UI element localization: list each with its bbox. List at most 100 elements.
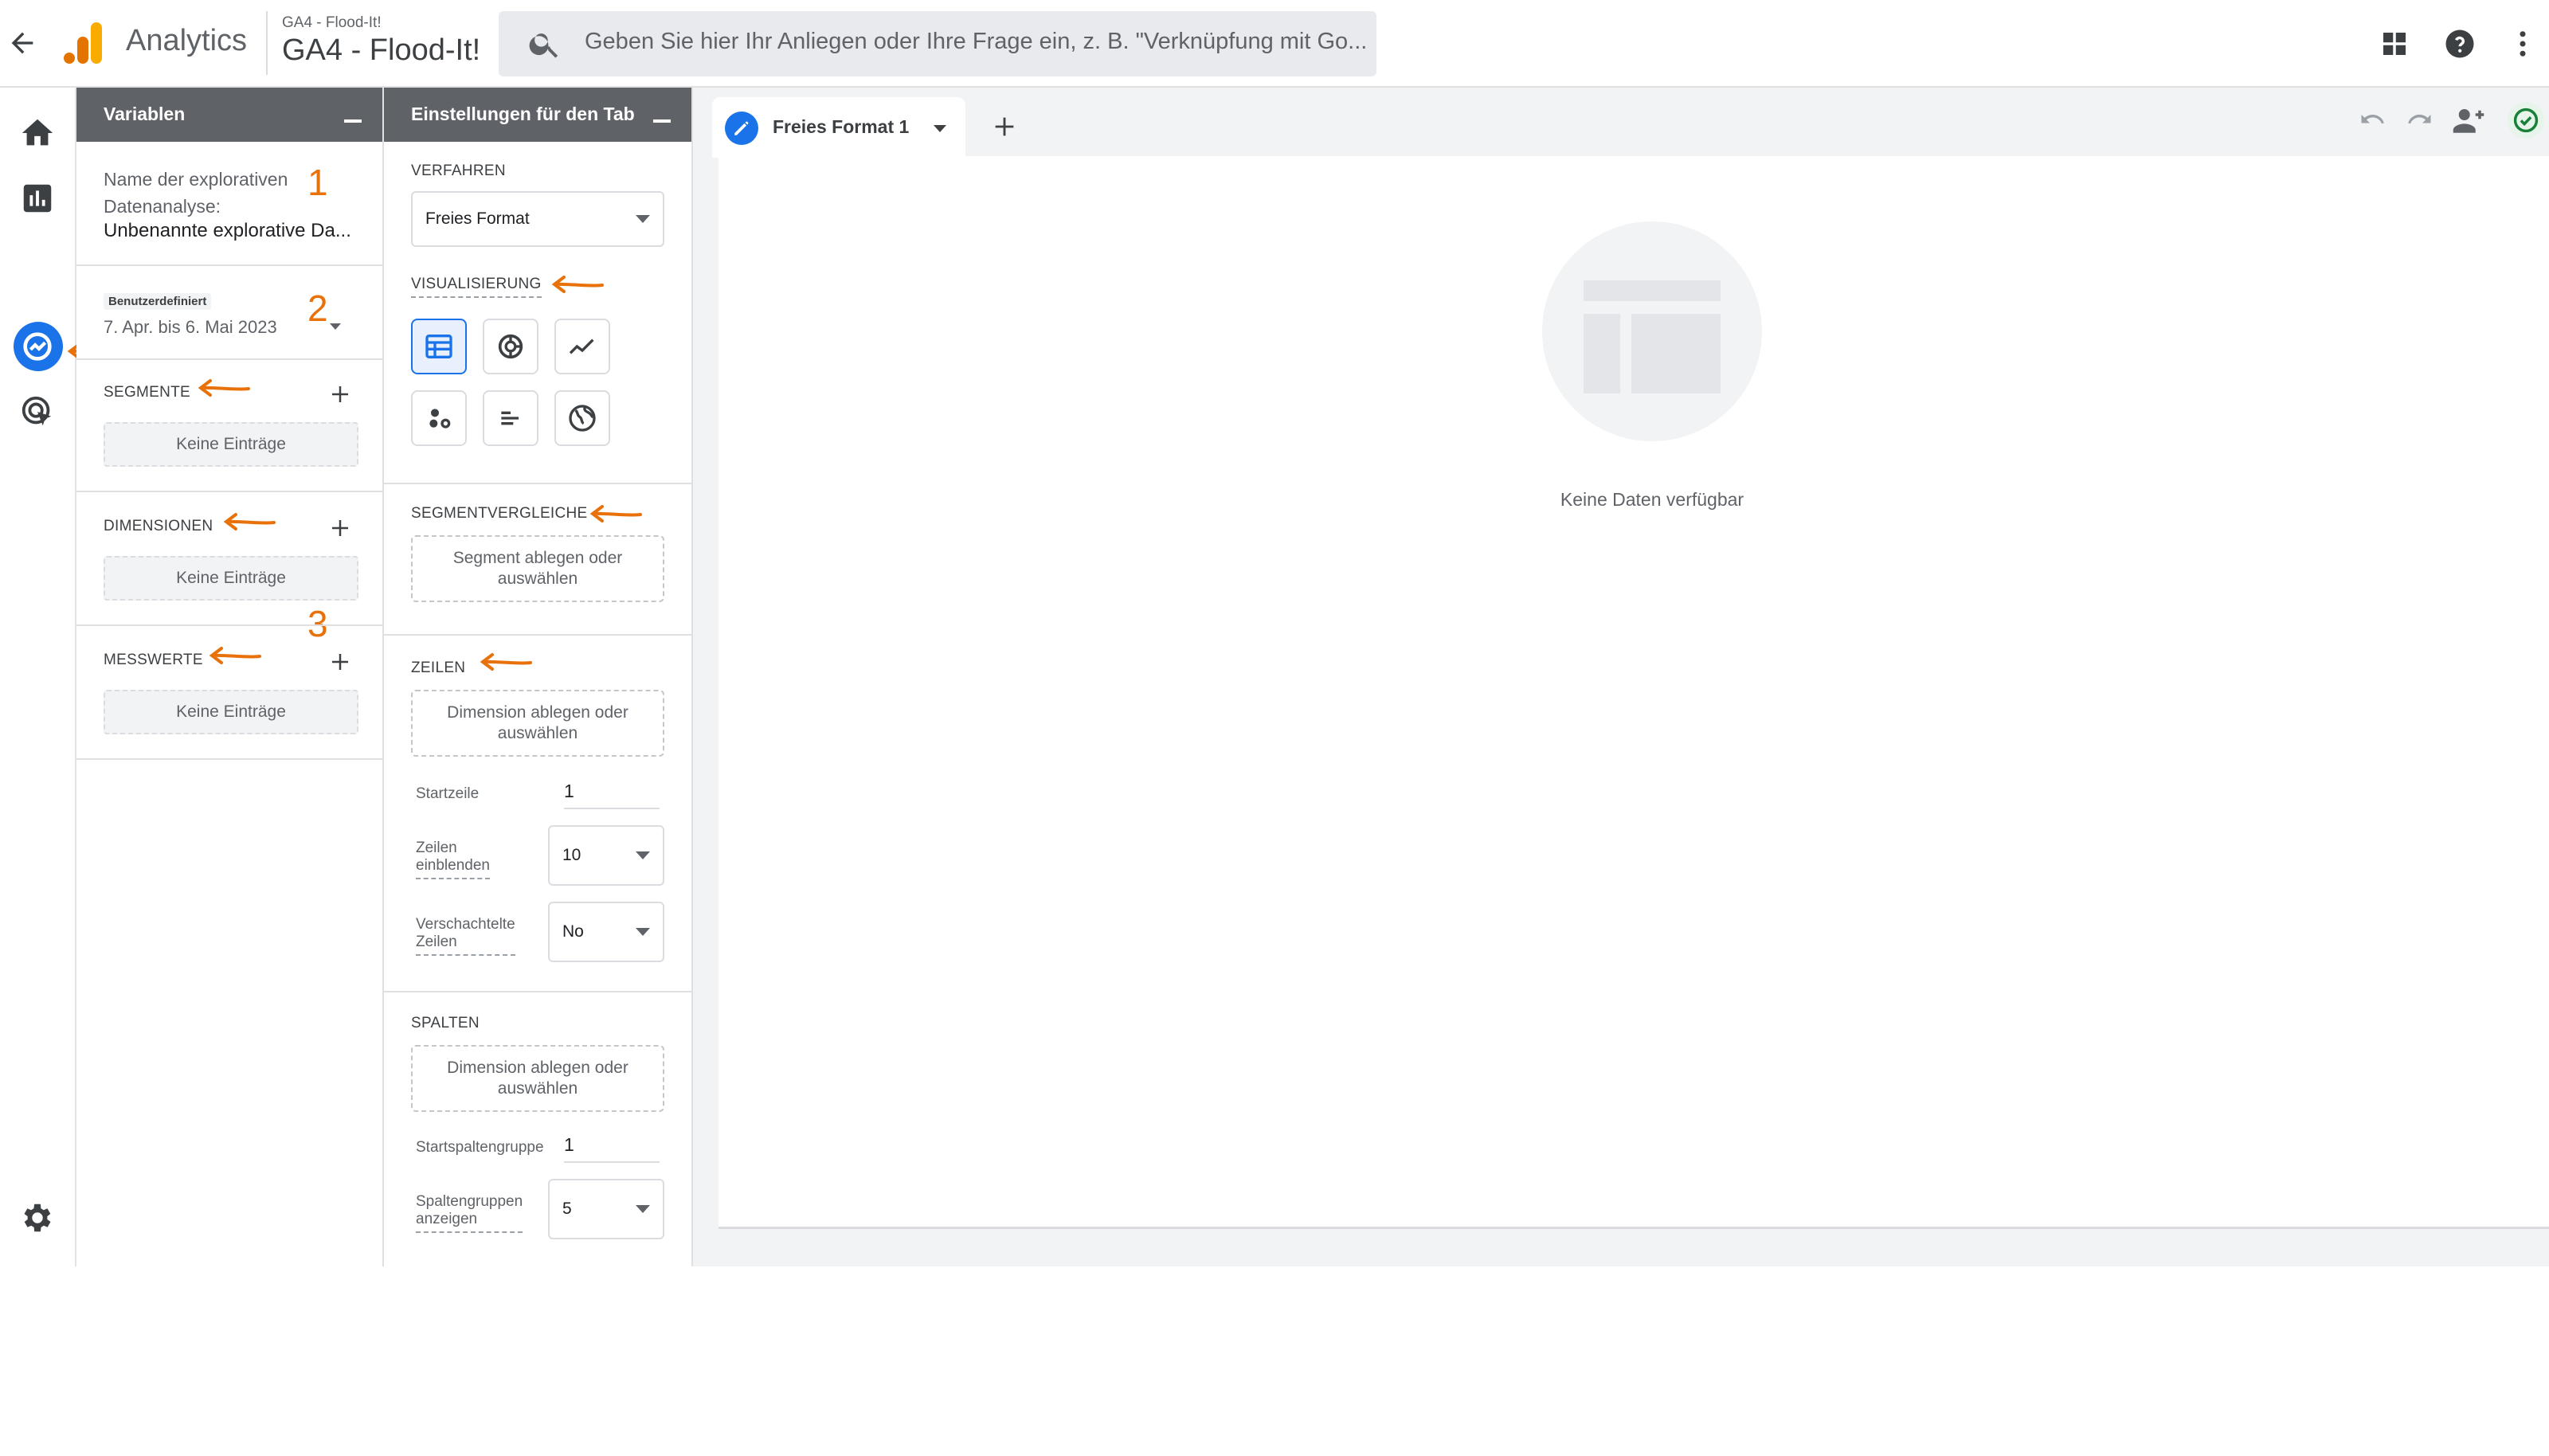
search-placeholder: Geben Sie hier Ihr Anliegen oder Ihre Fr… — [585, 29, 1365, 54]
add-dimension-icon[interactable] — [328, 516, 352, 540]
show-rows-select[interactable]: 10 — [548, 825, 664, 886]
saved-check-icon — [2508, 102, 2544, 139]
apps-grid-icon[interactable] — [2378, 27, 2411, 61]
minimize-icon[interactable] — [653, 119, 671, 123]
more-vert-icon[interactable] — [2506, 27, 2539, 61]
share-icon[interactable] — [2452, 104, 2485, 137]
columns-drop-text-1: Dimension ablegen oder — [447, 1059, 628, 1077]
nested-rows-value: No — [562, 922, 584, 941]
show-rows-label-line1: Zeilen — [416, 840, 457, 856]
show-rows-value: 10 — [562, 846, 581, 864]
dimensions-empty: Keine Einträge — [104, 556, 358, 601]
segment-comparisons-label: SEGMENTVERGLEICHE — [411, 505, 588, 522]
annotation-number-3: 3 — [307, 603, 328, 644]
rows-drop-zone[interactable]: Dimension ablegen oder auswählen — [411, 690, 664, 757]
show-rows-label: Zeilen einblenden — [416, 840, 490, 879]
annotation-number-1: 1 — [307, 162, 328, 203]
add-metric-icon[interactable] — [328, 650, 352, 674]
divider — [384, 634, 691, 636]
viz-donut-button[interactable] — [483, 319, 538, 374]
property-name[interactable]: GA4 - Flood-It! — [282, 33, 480, 68]
search-bar[interactable]: Geben Sie hier Ihr Anliegen oder Ihre Fr… — [499, 11, 1376, 76]
rows-drop-text-1: Dimension ablegen oder — [447, 703, 628, 722]
start-col-group-input[interactable]: 1 — [564, 1134, 660, 1163]
help-icon[interactable] — [2443, 27, 2477, 61]
segments-empty: Keine Einträge — [104, 422, 358, 467]
viz-geo-button[interactable] — [554, 390, 610, 446]
date-dropdown-icon[interactable] — [330, 323, 341, 330]
table-icon — [425, 335, 452, 358]
chevron-down-icon — [636, 1205, 650, 1213]
tab-freies-format-1[interactable]: Freies Format 1 — [712, 97, 965, 158]
geo-map-icon — [569, 405, 596, 432]
segment-drop-text-1: Segment ablegen oder — [452, 549, 623, 567]
exploration-name-input[interactable]: Unbenannte explorative Da... — [104, 220, 357, 242]
nested-rows-label-line1: Verschachtelte — [416, 916, 515, 933]
add-tab-icon[interactable] — [991, 113, 1018, 140]
edit-icon[interactable] — [725, 112, 758, 145]
technique-select[interactable]: Freies Format — [411, 191, 664, 247]
donut-icon — [498, 334, 523, 359]
advertising-icon[interactable] — [19, 393, 56, 430]
exploration-canvas: Freies Format 1 Keine Daten verfügbar — [693, 88, 2549, 1266]
date-range[interactable]: 7. Apr. bis 6. Mai 2023 — [104, 317, 277, 338]
metrics-empty: Keine Einträge — [104, 690, 358, 734]
tab-settings-header: Einstellungen für den Tab — [384, 88, 691, 142]
rows-label: ZEILEN — [411, 660, 466, 676]
illustration-block — [1631, 314, 1721, 393]
annotation-arrow — [209, 647, 261, 664]
start-row-input[interactable]: 1 — [564, 781, 660, 809]
divider — [384, 991, 691, 992]
viz-table-button[interactable] — [411, 319, 467, 374]
divider — [76, 358, 382, 360]
viz-scatter-button[interactable] — [411, 390, 467, 446]
minimize-icon[interactable] — [344, 119, 362, 123]
dimensions-label: DIMENSIONEN — [104, 518, 213, 534]
visualization-label: VISUALISIERUNG — [411, 276, 542, 298]
tab-strip: Freies Format 1 — [693, 88, 2549, 158]
nested-rows-label-line2: Zeilen — [416, 933, 457, 950]
start-col-group-value: 1 — [564, 1134, 574, 1155]
annotation-arrow — [198, 379, 250, 397]
settings-icon[interactable] — [19, 1200, 56, 1236]
variables-panel: Variablen Name der explorativen Datenana… — [76, 88, 384, 1266]
back-arrow-icon[interactable] — [6, 27, 38, 59]
add-segment-icon[interactable] — [328, 382, 352, 406]
variables-header: Variablen — [76, 88, 382, 142]
scatter-icon — [429, 409, 451, 429]
analytics-logo — [62, 21, 104, 65]
canvas-content: Keine Daten verfügbar — [718, 156, 2549, 1229]
columns-label: SPALTEN — [411, 1015, 480, 1031]
explore-icon[interactable] — [19, 328, 56, 365]
show-col-groups-select[interactable]: 5 — [548, 1179, 664, 1239]
columns-drop-text-2: auswählen — [497, 1079, 578, 1098]
start-row-value: 1 — [564, 781, 574, 801]
undo-icon[interactable] — [2358, 105, 2387, 134]
bar-chart-icon — [501, 411, 519, 425]
columns-drop-zone[interactable]: Dimension ablegen oder auswählen — [411, 1045, 664, 1112]
reports-icon[interactable] — [19, 180, 56, 217]
header-divider — [266, 11, 268, 75]
viz-bar-button[interactable] — [483, 390, 538, 446]
date-range-badge: Benutzerdefiniert — [104, 293, 212, 310]
divider — [76, 758, 382, 760]
left-navigation — [0, 88, 119, 1266]
viz-line-button[interactable] — [554, 319, 610, 374]
nested-rows-select[interactable]: No — [548, 902, 664, 962]
divider — [76, 264, 382, 266]
home-icon[interactable] — [19, 115, 56, 151]
chevron-down-icon — [636, 851, 650, 859]
empty-state-message: Keine Daten verfügbar — [1560, 489, 1744, 510]
redo-icon[interactable] — [2406, 105, 2434, 134]
technique-value: Freies Format — [425, 209, 530, 228]
exploration-name-label-line1: Name der explorativen — [104, 169, 288, 190]
nested-rows-label: Verschachtelte Zeilen — [416, 916, 515, 956]
show-col-groups-value: 5 — [562, 1200, 572, 1218]
segment-drop-zone[interactable]: Segment ablegen oder auswählen — [411, 535, 664, 602]
variables-title: Variablen — [104, 104, 186, 124]
chevron-down-icon[interactable] — [934, 125, 946, 132]
property-account-label[interactable]: GA4 - Flood-It! — [282, 14, 382, 32]
start-col-group-label: Startspaltengruppe — [416, 1139, 544, 1156]
show-col-groups-label-line2: anzeigen — [416, 1211, 478, 1227]
search-icon — [527, 26, 562, 61]
